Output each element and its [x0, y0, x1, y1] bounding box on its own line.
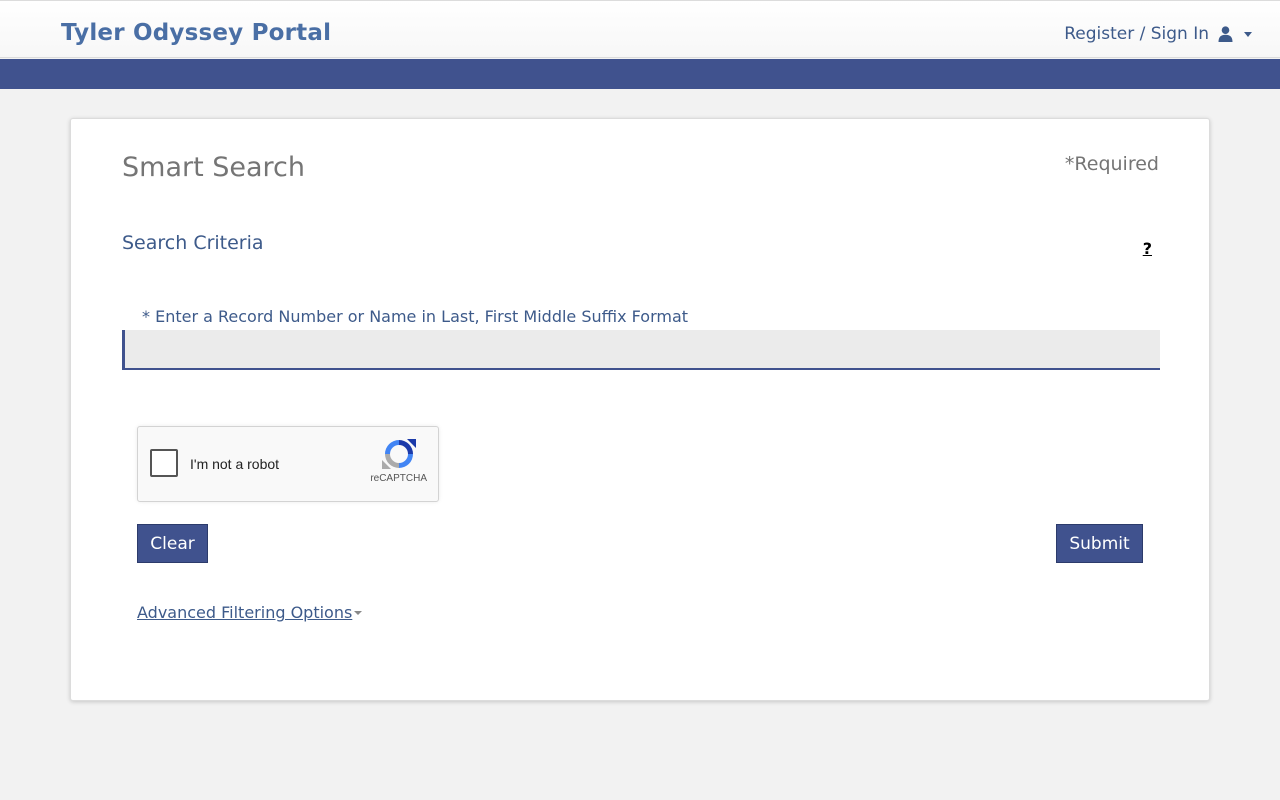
clear-button[interactable]: Clear: [137, 524, 208, 563]
smart-search-card: Smart Search *Required Search Criteria ?…: [70, 118, 1210, 701]
required-note: *Required: [1064, 153, 1159, 175]
user-icon: [1218, 26, 1233, 42]
page-title: Smart Search: [122, 152, 306, 183]
submit-button[interactable]: Submit: [1056, 524, 1143, 563]
recaptcha-logo-icon: [382, 439, 416, 469]
search-field-label: * Enter a Record Number or Name in Last,…: [142, 307, 689, 326]
help-icon[interactable]: ?: [1143, 239, 1152, 259]
recaptcha-label: I'm not a robot: [190, 456, 280, 472]
register-signin-label[interactable]: Register / Sign In: [1064, 22, 1209, 46]
top-navbar: Tyler Odyssey Portal Register / Sign In: [0, 0, 1280, 58]
advanced-filtering-toggle[interactable]: Advanced Filtering Options: [137, 602, 363, 624]
chevron-down-icon[interactable]: [1244, 31, 1252, 37]
recaptcha-widget: I'm not a robot reCAPTCHA: [137, 426, 439, 502]
advanced-filtering-label[interactable]: Advanced Filtering Options: [137, 602, 352, 624]
caret-down-icon: [354, 611, 363, 615]
header-band: [0, 59, 1280, 89]
recaptcha-checkbox[interactable]: [150, 449, 178, 477]
portal-brand[interactable]: Tyler Odyssey Portal: [61, 18, 331, 48]
recaptcha-brand: reCAPTCHA: [370, 473, 427, 484]
search-criteria-heading: Search Criteria: [122, 232, 264, 254]
search-input[interactable]: [122, 330, 1160, 370]
register-signin-menu[interactable]: Register / Sign In: [1064, 22, 1252, 46]
